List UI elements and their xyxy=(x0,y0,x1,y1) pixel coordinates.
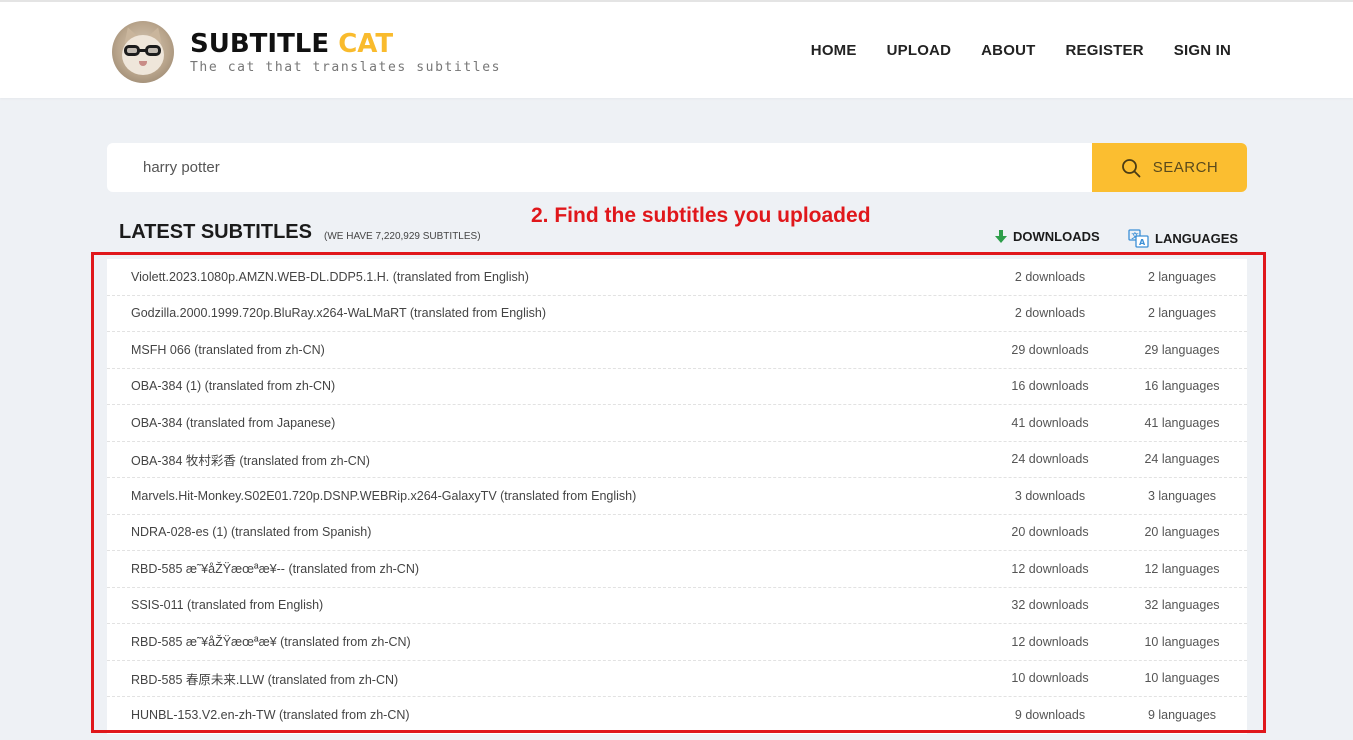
subtitle-name-link[interactable]: OBA-384 (1) (translated from zh-CN) xyxy=(131,379,335,393)
table-row[interactable]: NDRA-028-es (1) (translated from Spanish… xyxy=(107,515,1247,551)
download-count: 12 downloads xyxy=(1011,634,1089,649)
subtitle-name-link[interactable]: NDRA-028-es (1) (translated from Spanish… xyxy=(131,525,371,539)
down-arrow-icon xyxy=(995,230,1007,243)
subtitle-name-link[interactable]: OBA-384 (translated from Japanese) xyxy=(131,416,335,430)
table-row[interactable]: Marvels.Hit-Monkey.S02E01.720p.DSNP.WEBR… xyxy=(107,478,1247,515)
subtitle-name-link[interactable]: Marvels.Hit-Monkey.S02E01.720p.DSNP.WEBR… xyxy=(131,489,636,503)
table-row[interactable]: OBA-384 (translated from Japanese) 41 dow… xyxy=(107,405,1247,442)
downloads-column-header[interactable]: DOWNLOADS xyxy=(995,229,1100,244)
nav-upload[interactable]: UPLOAD xyxy=(887,42,952,59)
nav-sign-in[interactable]: SIGN IN xyxy=(1174,42,1231,59)
site-header: SUBTITLE CAT The cat that translates sub… xyxy=(0,0,1353,98)
nav-register[interactable]: REGISTER xyxy=(1065,42,1143,59)
subtitle-name-link[interactable]: RBD-585 æ˜¥åŽŸæœªæ¥ (translated from zh-… xyxy=(131,635,411,649)
subtitle-name-link[interactable]: RBD-585 春原未来.LLW (translated from zh-CN) xyxy=(131,669,398,688)
translate-icon: 文 A xyxy=(1128,229,1149,248)
download-count: 9 downloads xyxy=(1014,708,1086,723)
language-count: 32 languages xyxy=(1144,598,1220,613)
search-bar: SEARCH xyxy=(107,143,1247,192)
nav-home[interactable]: HOME xyxy=(811,42,857,59)
language-count: 9 languages xyxy=(1147,708,1217,723)
subtitle-name-link[interactable]: SSIS-011 (translated from English) xyxy=(131,598,323,612)
language-count: 10 languages xyxy=(1144,671,1220,686)
download-count: 41 downloads xyxy=(1011,415,1089,430)
language-count: 3 languages xyxy=(1147,488,1217,503)
table-row[interactable]: OBA-384 牧村彩香 (translated from zh-CN) 24 d… xyxy=(107,442,1247,478)
download-count: 29 downloads xyxy=(1011,342,1089,357)
download-count: 12 downloads xyxy=(1011,561,1089,576)
language-count: 2 languages xyxy=(1147,306,1217,321)
table-row[interactable]: HUNBL-153.V2.en-zh-TW (translated from z… xyxy=(107,697,1247,734)
languages-column-header[interactable]: 文 A LANGUAGES xyxy=(1128,229,1238,248)
search-input[interactable] xyxy=(107,143,1092,192)
language-count: 12 languages xyxy=(1144,561,1220,576)
annotation-text: 2. Find the subtitles you uploaded xyxy=(531,204,871,227)
svg-text:A: A xyxy=(1139,238,1146,247)
subtitle-name-link[interactable]: OBA-384 牧村彩香 (translated from zh-CN) xyxy=(131,450,370,469)
subtitles-table: Violett.2023.1080p.AMZN.WEB-DL.DDP5.1.H.… xyxy=(107,259,1247,734)
subtitle-name-link[interactable]: RBD-585 æ˜¥åŽŸæœªæ¥-- (translated from z… xyxy=(131,562,419,576)
download-count: 3 downloads xyxy=(1014,488,1086,503)
main-nav: HOME UPLOAD ABOUT REGISTER SIGN IN xyxy=(781,42,1231,59)
language-count: 41 languages xyxy=(1144,415,1220,430)
brand-name[interactable]: SUBTITLE CAT xyxy=(190,30,393,58)
subtitle-name-link[interactable]: HUNBL-153.V2.en-zh-TW (translated from z… xyxy=(131,708,410,722)
table-row[interactable]: SSIS-011 (translated from English) 32 dow… xyxy=(107,588,1247,624)
download-count: 24 downloads xyxy=(1011,452,1089,467)
subtitle-name-link[interactable]: Godzilla.2000.1999.720p.BluRay.x264-WaLM… xyxy=(131,306,546,320)
language-count: 20 languages xyxy=(1144,525,1220,540)
table-row[interactable]: RBD-585 春原未来.LLW (translated from zh-CN)… xyxy=(107,661,1247,697)
download-count: 20 downloads xyxy=(1011,525,1089,540)
brand-tagline: The cat that translates subtitles xyxy=(190,60,502,75)
search-button-label: SEARCH xyxy=(1152,159,1219,176)
language-count: 2 languages xyxy=(1147,269,1217,284)
download-count: 32 downloads xyxy=(1011,598,1089,613)
table-row[interactable]: OBA-384 (1) (translated from zh-CN) 16 do… xyxy=(107,369,1247,405)
download-count: 10 downloads xyxy=(1011,671,1089,686)
subtitle-count: (WE HAVE 7,220,929 SUBTITLES) xyxy=(324,231,481,242)
nav-about[interactable]: ABOUT xyxy=(981,42,1035,59)
table-row[interactable]: MSFH 066 (translated from zh-CN) 29 downl… xyxy=(107,332,1247,369)
cat-logo-icon[interactable] xyxy=(112,21,174,83)
download-count: 2 downloads xyxy=(1014,269,1086,284)
magnifier-icon xyxy=(1121,158,1141,177)
table-row[interactable]: Violett.2023.1080p.AMZN.WEB-DL.DDP5.1.H.… xyxy=(107,259,1247,296)
language-count: 24 languages xyxy=(1144,452,1220,467)
download-count: 2 downloads xyxy=(1014,306,1086,321)
language-count: 10 languages xyxy=(1144,634,1220,649)
table-row[interactable]: RBD-585 æ˜¥åŽŸæœªæ¥ (translated from zh-… xyxy=(107,624,1247,661)
search-button[interactable]: SEARCH xyxy=(1092,143,1247,192)
download-count: 16 downloads xyxy=(1011,379,1089,394)
downloads-header-label: DOWNLOADS xyxy=(1013,229,1100,244)
latest-subtitles-title: LATEST SUBTITLES xyxy=(119,221,312,243)
languages-header-label: LANGUAGES xyxy=(1155,231,1239,246)
subtitle-name-link[interactable]: Violett.2023.1080p.AMZN.WEB-DL.DDP5.1.H.… xyxy=(131,270,529,284)
table-row[interactable]: Godzilla.2000.1999.720p.BluRay.x264-WaLM… xyxy=(107,296,1247,332)
subtitle-name-link[interactable]: MSFH 066 (translated from zh-CN) xyxy=(131,343,325,357)
language-count: 29 languages xyxy=(1144,342,1220,357)
language-count: 16 languages xyxy=(1144,379,1220,394)
table-row[interactable]: RBD-585 æ˜¥åŽŸæœªæ¥-- (translated from z… xyxy=(107,551,1247,588)
